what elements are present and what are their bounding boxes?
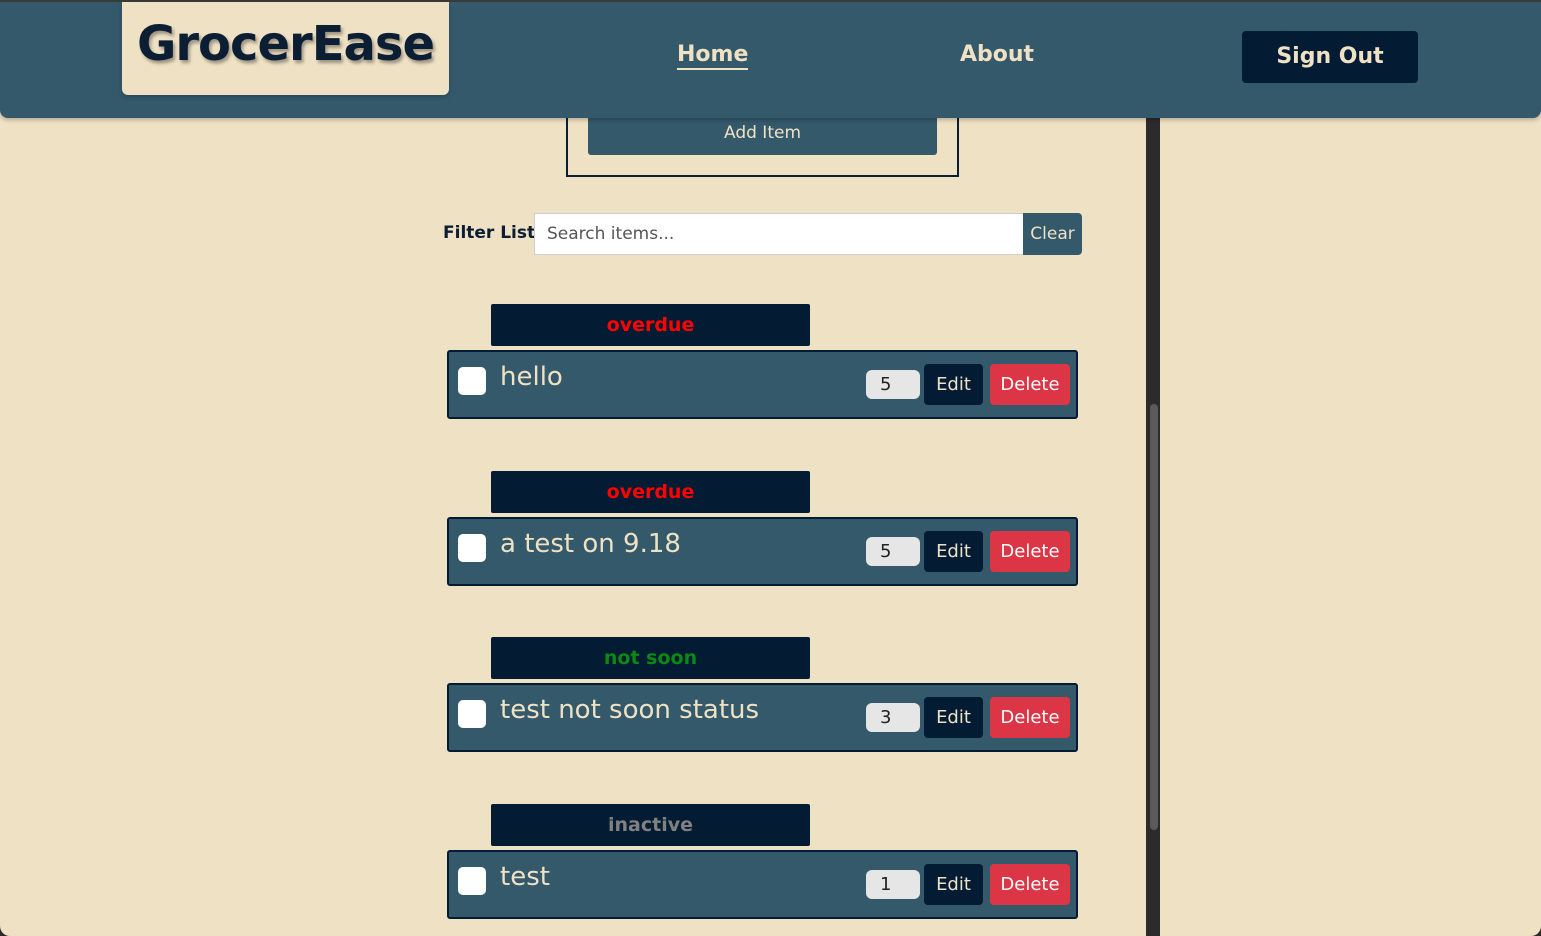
logo-text: GrocerEase: [136, 16, 435, 72]
edit-button[interactable]: Edit: [924, 697, 983, 738]
app-window: GrocerEase Home About Sign Out Add Item …: [0, 0, 1541, 936]
status-badge: not soon: [491, 637, 810, 679]
nav-about-link[interactable]: About: [960, 42, 1034, 67]
search-input[interactable]: [534, 213, 1024, 255]
delete-button[interactable]: Delete: [990, 364, 1070, 405]
item-card: a test on 9.18 5 Edit Delete: [447, 517, 1078, 586]
status-badge: overdue: [491, 471, 810, 513]
quantity-field[interactable]: 5: [866, 537, 920, 566]
delete-button[interactable]: Delete: [990, 864, 1070, 905]
item-name: test: [500, 862, 550, 892]
edit-button[interactable]: Edit: [924, 864, 983, 905]
nav-home-link[interactable]: Home: [677, 42, 749, 70]
item-card: test 1 Edit Delete: [447, 850, 1078, 919]
scrollbar-thumb[interactable]: [1150, 404, 1158, 830]
list-item: overdue hello 5 Edit Delete: [447, 304, 1078, 419]
sign-out-button[interactable]: Sign Out: [1242, 31, 1418, 83]
status-badge: inactive: [491, 804, 810, 846]
item-name: hello: [500, 362, 563, 392]
item-checkbox[interactable]: [458, 700, 486, 728]
delete-button[interactable]: Delete: [990, 697, 1070, 738]
quantity-field[interactable]: 3: [866, 703, 920, 732]
delete-button[interactable]: Delete: [990, 531, 1070, 572]
list-item: overdue a test on 9.18 5 Edit Delete: [447, 471, 1078, 586]
clear-button[interactable]: Clear: [1023, 213, 1082, 255]
item-checkbox[interactable]: [458, 867, 486, 895]
list-item: inactive test 1 Edit Delete: [447, 804, 1078, 919]
item-card: hello 5 Edit Delete: [447, 350, 1078, 419]
item-name: test not soon status: [500, 695, 760, 725]
quantity-field[interactable]: 5: [866, 370, 920, 399]
logo-box[interactable]: GrocerEase: [122, 2, 449, 95]
list-item: not soon test not soon status 3 Edit Del…: [447, 637, 1078, 752]
item-card: test not soon status 3 Edit Delete: [447, 683, 1078, 752]
status-badge: overdue: [491, 304, 810, 346]
item-checkbox[interactable]: [458, 534, 486, 562]
item-name: a test on 9.18: [500, 529, 681, 559]
filter-label: Filter List:: [443, 223, 542, 243]
item-checkbox[interactable]: [458, 367, 486, 395]
top-navbar: GrocerEase Home About Sign Out: [0, 0, 1541, 118]
edit-button[interactable]: Edit: [924, 364, 983, 405]
quantity-field[interactable]: 1: [866, 870, 920, 899]
edit-button[interactable]: Edit: [924, 531, 983, 572]
